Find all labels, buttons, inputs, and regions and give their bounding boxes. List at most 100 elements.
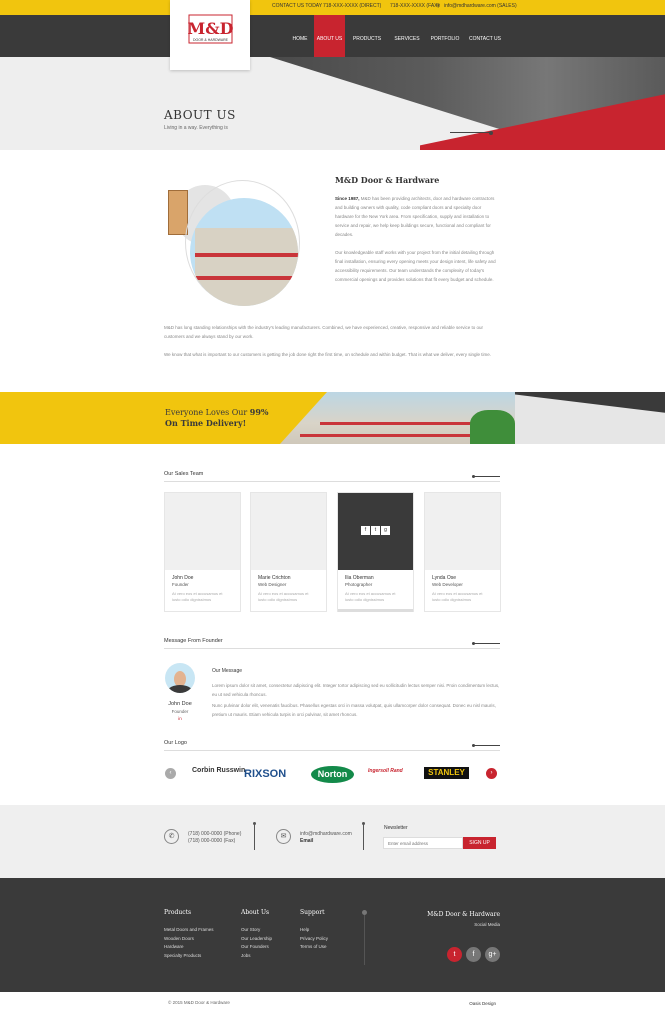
page-subtitle: Living in a way. Everything is bbox=[164, 125, 228, 131]
nav-portfolio[interactable]: PORTFOLIO bbox=[430, 15, 460, 57]
nav-services[interactable]: SERVICES bbox=[393, 15, 421, 57]
sales-email[interactable]: info@mdhardware.com (SALES) bbox=[444, 3, 517, 9]
delivery-banner bbox=[0, 392, 665, 444]
hero-divider bbox=[450, 132, 490, 133]
copyright-text: © 2015 M&D Door & Hardware bbox=[168, 1000, 230, 1005]
phone-fax[interactable]: 718-XXX-XXXX (FAX) bbox=[390, 3, 439, 9]
svg-text:DOOR & HARDWARE: DOOR & HARDWARE bbox=[193, 38, 229, 42]
team-member-desc: At vero eos et accusamus et iusto odio d… bbox=[432, 591, 483, 602]
footer-support-list: Help Privacy Policy Terms of Use bbox=[300, 926, 328, 952]
team-card[interactable]: John Doe Founder At vero eos et accusamu… bbox=[164, 492, 241, 612]
logo-norton[interactable]: Norton bbox=[311, 766, 354, 783]
section-divider-accent bbox=[474, 745, 500, 746]
about-p1-text: M&D has been providing architects, door … bbox=[335, 196, 495, 237]
footer-support-title: Support bbox=[300, 909, 325, 916]
banner-percent: 99% bbox=[249, 407, 269, 417]
chevron-left-icon[interactable]: ‹ bbox=[165, 768, 176, 779]
team-member-role: Web Designer bbox=[258, 582, 287, 587]
card-hover-bar bbox=[338, 609, 413, 612]
logo-corbin-russwin[interactable]: Corbin Russwin bbox=[192, 767, 245, 774]
phone-direct[interactable]: 718-XXX-XXXX (DIRECT) bbox=[323, 3, 381, 9]
page-title: ABOUT US bbox=[164, 108, 236, 122]
footer-link[interactable]: Metal Doors and Frames bbox=[164, 926, 214, 935]
newsletter-label: Newsletter bbox=[384, 825, 408, 831]
twitter-icon[interactable]: t bbox=[371, 526, 380, 535]
founder-role: Founder bbox=[171, 709, 189, 714]
awning bbox=[195, 276, 298, 280]
team-member-name: John Doe bbox=[172, 575, 194, 581]
footer-link[interactable]: Our Leadership bbox=[241, 935, 272, 944]
about-paragraph-2: Our knowledgeable staff works with your … bbox=[335, 250, 496, 282]
team-member-desc: At vero eos et accusamus et iusto odio d… bbox=[345, 591, 396, 602]
footer-link[interactable]: Hardware bbox=[164, 943, 214, 952]
logo-stanley[interactable]: STANLEY bbox=[424, 767, 469, 779]
facebook-icon[interactable]: f bbox=[466, 947, 481, 962]
founder-message-2: Nunc pulvinar dolor elit, venenatis fauc… bbox=[212, 703, 496, 717]
about-heading: M&D Door & Hardware bbox=[335, 175, 440, 185]
nav-about-us[interactable]: ABOUT US bbox=[314, 15, 345, 57]
footer-link[interactable]: Help bbox=[300, 926, 328, 935]
nav-products[interactable]: PRODUCTS bbox=[352, 15, 382, 57]
team-card[interactable]: Lynda Ose Web Developer At vero eos et a… bbox=[424, 492, 501, 612]
twitter-icon[interactable]: t bbox=[447, 947, 462, 962]
footer-link[interactable]: Jobs bbox=[241, 952, 272, 961]
footer-social-label: Social Media bbox=[474, 922, 500, 927]
logo-ingersoll-rand[interactable]: Ingersoll Rand bbox=[368, 768, 403, 774]
awning bbox=[195, 253, 298, 257]
logos-heading: Our Logo bbox=[164, 740, 187, 746]
contact-label: CONTACT US TODAY bbox=[272, 3, 323, 9]
contact-phone[interactable]: (718) 000-0000 (Phone) bbox=[188, 831, 241, 837]
contact-divider bbox=[254, 824, 255, 850]
contact-email[interactable]: info@mdhardware.com bbox=[300, 831, 352, 837]
section-divider bbox=[164, 648, 500, 649]
team-member-role: Photographer bbox=[345, 582, 373, 587]
footer-link[interactable]: Privacy Policy bbox=[300, 935, 328, 944]
team-card-hover[interactable]: f t g Ilia Oberman Photographer At vero … bbox=[337, 492, 414, 612]
founder-social-icon[interactable]: in bbox=[176, 716, 184, 721]
team-member-role: Founder bbox=[172, 582, 189, 587]
footer-divider bbox=[364, 915, 365, 965]
team-member-desc: At vero eos et accusamus et iusto odio d… bbox=[258, 591, 309, 602]
building bbox=[195, 228, 298, 306]
contact-fax[interactable]: (718) 000-0000 (Fax) bbox=[188, 838, 235, 844]
google-plus-icon[interactable]: g bbox=[381, 526, 390, 535]
md-logo-icon: M&D DOOR & HARDWARE bbox=[188, 14, 233, 44]
footer-link[interactable]: Specialty Products bbox=[164, 952, 214, 961]
hero-divider-dot bbox=[489, 131, 493, 135]
signup-button[interactable]: SIGN UP bbox=[463, 837, 496, 849]
footer-link[interactable]: Terms of Use bbox=[300, 943, 328, 952]
tree bbox=[470, 410, 515, 444]
nav-home[interactable]: HOME bbox=[289, 15, 311, 57]
contact-strip bbox=[0, 805, 665, 878]
nav-contact-us[interactable]: CONTACT US bbox=[468, 15, 502, 57]
design-credit[interactable]: Oasis Design bbox=[440, 1001, 496, 1006]
svg-text:M&D: M&D bbox=[188, 19, 233, 38]
mail-icon: ✉ bbox=[436, 3, 441, 9]
page-hero bbox=[0, 57, 665, 150]
message-title: Our Message bbox=[212, 668, 243, 674]
section-divider bbox=[164, 481, 500, 482]
google-plus-icon[interactable]: g+ bbox=[485, 947, 500, 962]
facebook-icon[interactable]: f bbox=[361, 526, 370, 535]
footer-link[interactable]: Wooden Doors bbox=[164, 935, 214, 944]
founder-shirt bbox=[168, 685, 192, 693]
section-divider bbox=[164, 750, 500, 751]
contact-divider-dot bbox=[362, 822, 365, 825]
section-divider-accent bbox=[474, 643, 500, 644]
logo-rixson[interactable]: RIXSON bbox=[244, 768, 286, 780]
team-member-desc: At vero eos et accusamus et iusto odio d… bbox=[172, 591, 223, 602]
building-photo bbox=[190, 198, 298, 306]
team-member-name: Ilia Oberman bbox=[345, 575, 374, 581]
footer-divider-dot bbox=[362, 910, 367, 915]
footer-about-list: Our Story Our Leadership Our Founders Jo… bbox=[241, 926, 272, 960]
about-since: Since 1987, bbox=[335, 196, 360, 201]
chevron-right-icon[interactable]: › bbox=[486, 768, 497, 779]
team-member-name: Lynda Ose bbox=[432, 575, 456, 581]
footer-link[interactable]: Our Founders bbox=[241, 943, 272, 952]
team-photo bbox=[165, 493, 240, 570]
copyright-bar bbox=[0, 992, 665, 1024]
newsletter-email-input[interactable] bbox=[383, 837, 463, 849]
team-card[interactable]: Marie Crichton Web Designer At vero eos … bbox=[250, 492, 327, 612]
footer-link[interactable]: Our Story bbox=[241, 926, 272, 935]
site-logo[interactable]: M&D DOOR & HARDWARE bbox=[170, 0, 250, 70]
